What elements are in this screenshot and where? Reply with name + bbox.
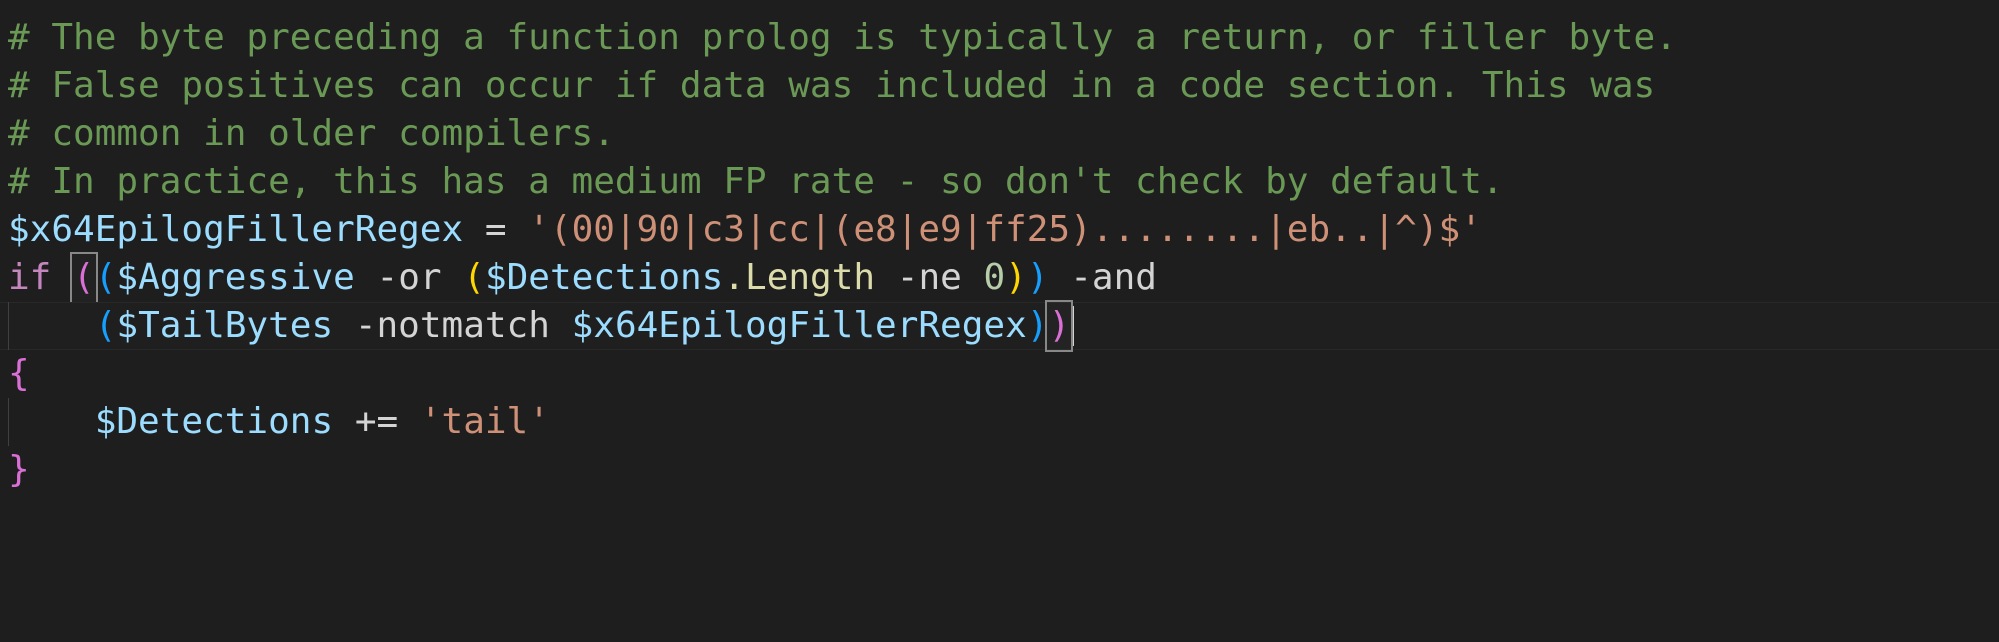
- code-line-5[interactable]: $x64EpilogFillerRegex = '(00|90|c3|cc|(e…: [0, 206, 1999, 254]
- comment-token: # common in older compilers.: [8, 113, 615, 154]
- variable-aggressive: $Aggressive: [116, 257, 355, 298]
- operator-or: -or: [376, 257, 442, 298]
- indent-guide: [8, 302, 9, 350]
- brace-open: {: [8, 353, 30, 394]
- bracket-match-open: (: [72, 254, 96, 302]
- operator-and: -and: [1070, 257, 1157, 298]
- variable-detections: $Detections: [94, 401, 334, 442]
- string-token: '(00|90|c3|cc|(e8|e9|ff25)........|eb..|…: [528, 209, 1482, 250]
- paren-open: (: [94, 305, 117, 346]
- variable-detections: $Detections: [484, 257, 724, 298]
- code-line-1[interactable]: # The byte preceding a function prolog i…: [0, 14, 1999, 62]
- assignment-operator: =: [484, 209, 507, 250]
- variable-tailbytes: $TailBytes: [116, 305, 334, 346]
- brace-close: }: [8, 449, 30, 490]
- code-line-7[interactable]: ($TailBytes -notmatch $x64EpilogFillerRe…: [0, 302, 1999, 350]
- code-line-10[interactable]: }: [0, 446, 1999, 494]
- string-token: 'tail': [419, 401, 550, 442]
- keyword-if: if: [8, 257, 52, 298]
- number-token: 0: [983, 257, 1006, 298]
- operator-ne: -ne: [896, 257, 962, 298]
- code-line-6[interactable]: if (($Aggressive -or ($Detections.Length…: [0, 254, 1999, 302]
- code-line-3[interactable]: # common in older compilers.: [0, 110, 1999, 158]
- code-line-8[interactable]: {: [0, 350, 1999, 398]
- comment-token: # The byte preceding a function prolog i…: [8, 17, 1677, 58]
- property-length: .Length: [723, 257, 876, 298]
- operator-plus-equals: +=: [354, 401, 399, 442]
- paren-length-close: ): [1005, 257, 1027, 298]
- paren-inner-open: (: [94, 257, 117, 298]
- comment-token: # False positives can occur if data was …: [8, 65, 1656, 106]
- code-line-4[interactable]: # In practice, this has a medium FP rate…: [0, 158, 1999, 206]
- paren-close: ): [1026, 305, 1049, 346]
- comment-token: # In practice, this has a medium FP rate…: [8, 161, 1504, 202]
- operator-notmatch: -notmatch: [354, 305, 550, 346]
- paren-outer-close: ): [1048, 305, 1071, 346]
- bracket-match-close: ): [1047, 302, 1071, 350]
- code-line-9[interactable]: $Detections += 'tail': [0, 398, 1999, 446]
- variable-token: $x64EpilogFillerRegex: [8, 209, 464, 250]
- paren-outer-open: (: [73, 257, 95, 298]
- paren-length-open: (: [463, 257, 485, 298]
- paren-inner-close: ): [1026, 257, 1049, 298]
- code-editor[interactable]: # The byte preceding a function prolog i…: [0, 0, 1999, 642]
- variable-regex: $x64EpilogFillerRegex: [571, 305, 1027, 346]
- text-cursor: [1071, 306, 1075, 346]
- indent-guide: [8, 398, 9, 446]
- code-line-2[interactable]: # False positives can occur if data was …: [0, 62, 1999, 110]
